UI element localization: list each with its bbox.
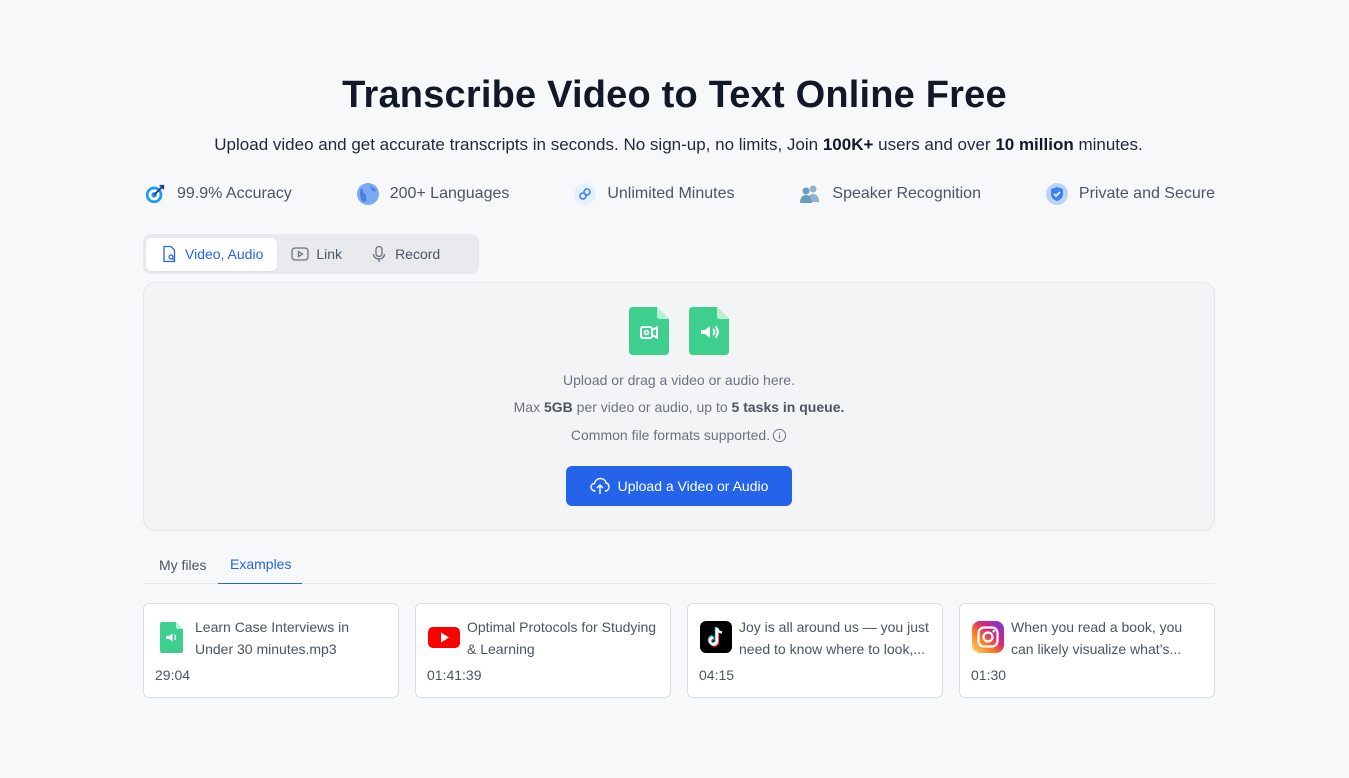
audio-file-icon [160, 622, 183, 653]
youtube-icon [428, 627, 460, 648]
feature-unlimited: Unlimited Minutes [573, 182, 734, 206]
shield-icon [1045, 182, 1069, 206]
page-subtitle: Upload video and get accurate transcript… [214, 135, 1143, 154]
example-duration: 04:15 [699, 667, 735, 683]
feature-languages: 200+ Languages [356, 182, 510, 206]
dropzone-limits: Max 5GB per video or audio, up to 5 task… [513, 399, 845, 415]
file-tabs: My files Examples [143, 545, 1215, 584]
audio-file-icon [689, 307, 729, 355]
tab-link[interactable]: Link [277, 238, 356, 271]
infinity-icon [573, 182, 597, 206]
upload-button[interactable]: Upload a Video or Audio [566, 466, 792, 506]
tab-label: Link [316, 246, 343, 262]
feature-label: Private and Secure [1078, 185, 1215, 202]
example-duration: 01:30 [971, 667, 1007, 683]
cloud-upload-icon [589, 477, 610, 494]
tab-label: Record [395, 246, 441, 262]
tab-label: Video, Audio [185, 246, 264, 262]
feature-accuracy: 99.9% Accuracy [143, 182, 292, 206]
dropzone-instructions: Upload or drag a video or audio here. [563, 372, 795, 388]
example-title: Optimal Protocols for Studying & Learnin… [467, 619, 657, 657]
page-title: Transcribe Video to Text Online Free [342, 74, 1007, 116]
play-icon [291, 245, 310, 263]
feature-label: Speaker Recognition [832, 185, 981, 202]
instagram-icon [972, 621, 1004, 653]
file-type-icons [144, 307, 1214, 355]
feature-label: 200+ Languages [389, 185, 510, 202]
feature-list: 99.9% Accuracy 200+ Languages Unlimited … [143, 182, 1215, 206]
example-card[interactable]: Joy is all around us — you just need to … [687, 603, 943, 698]
dropzone-formats: Common file formats supported. [144, 427, 1214, 443]
source-tabs: Video, Audio Link Record [143, 234, 479, 274]
upload-dropzone[interactable]: Upload or drag a video or audio here. Ma… [143, 282, 1215, 531]
globe-icon [356, 182, 380, 206]
example-duration: 01:41:39 [427, 667, 482, 683]
target-icon [143, 182, 167, 206]
users-icon [798, 182, 822, 206]
feature-label: 99.9% Accuracy [177, 185, 292, 202]
feature-secure: Private and Secure [1045, 182, 1215, 206]
example-duration: 29:04 [155, 667, 191, 683]
feature-label: Unlimited Minutes [607, 185, 735, 202]
tab-my-files[interactable]: My files [159, 545, 206, 584]
tab-examples[interactable]: Examples [218, 545, 302, 584]
example-title: Joy is all around us — you just need to … [739, 619, 929, 657]
tab-record[interactable]: Record [356, 238, 454, 271]
info-icon[interactable] [772, 428, 787, 443]
file-icon [160, 245, 178, 263]
example-card[interactable]: When you read a book, you can likely vis… [959, 603, 1215, 698]
tab-video-audio[interactable]: Video, Audio [146, 237, 278, 271]
video-file-icon [629, 307, 669, 355]
example-title: Learn Case Interviews in Under 30 minute… [195, 619, 350, 657]
example-card[interactable]: Optimal Protocols for Studying & Learnin… [415, 603, 671, 698]
tiktok-icon [700, 621, 732, 653]
example-title: When you read a book, you can likely vis… [1011, 619, 1183, 657]
feature-speakers: Speaker Recognition [798, 182, 981, 206]
upload-button-label: Upload a Video or Audio [617, 478, 769, 494]
microphone-icon [370, 245, 388, 263]
example-card[interactable]: Learn Case Interviews in Under 30 minute… [143, 603, 399, 698]
